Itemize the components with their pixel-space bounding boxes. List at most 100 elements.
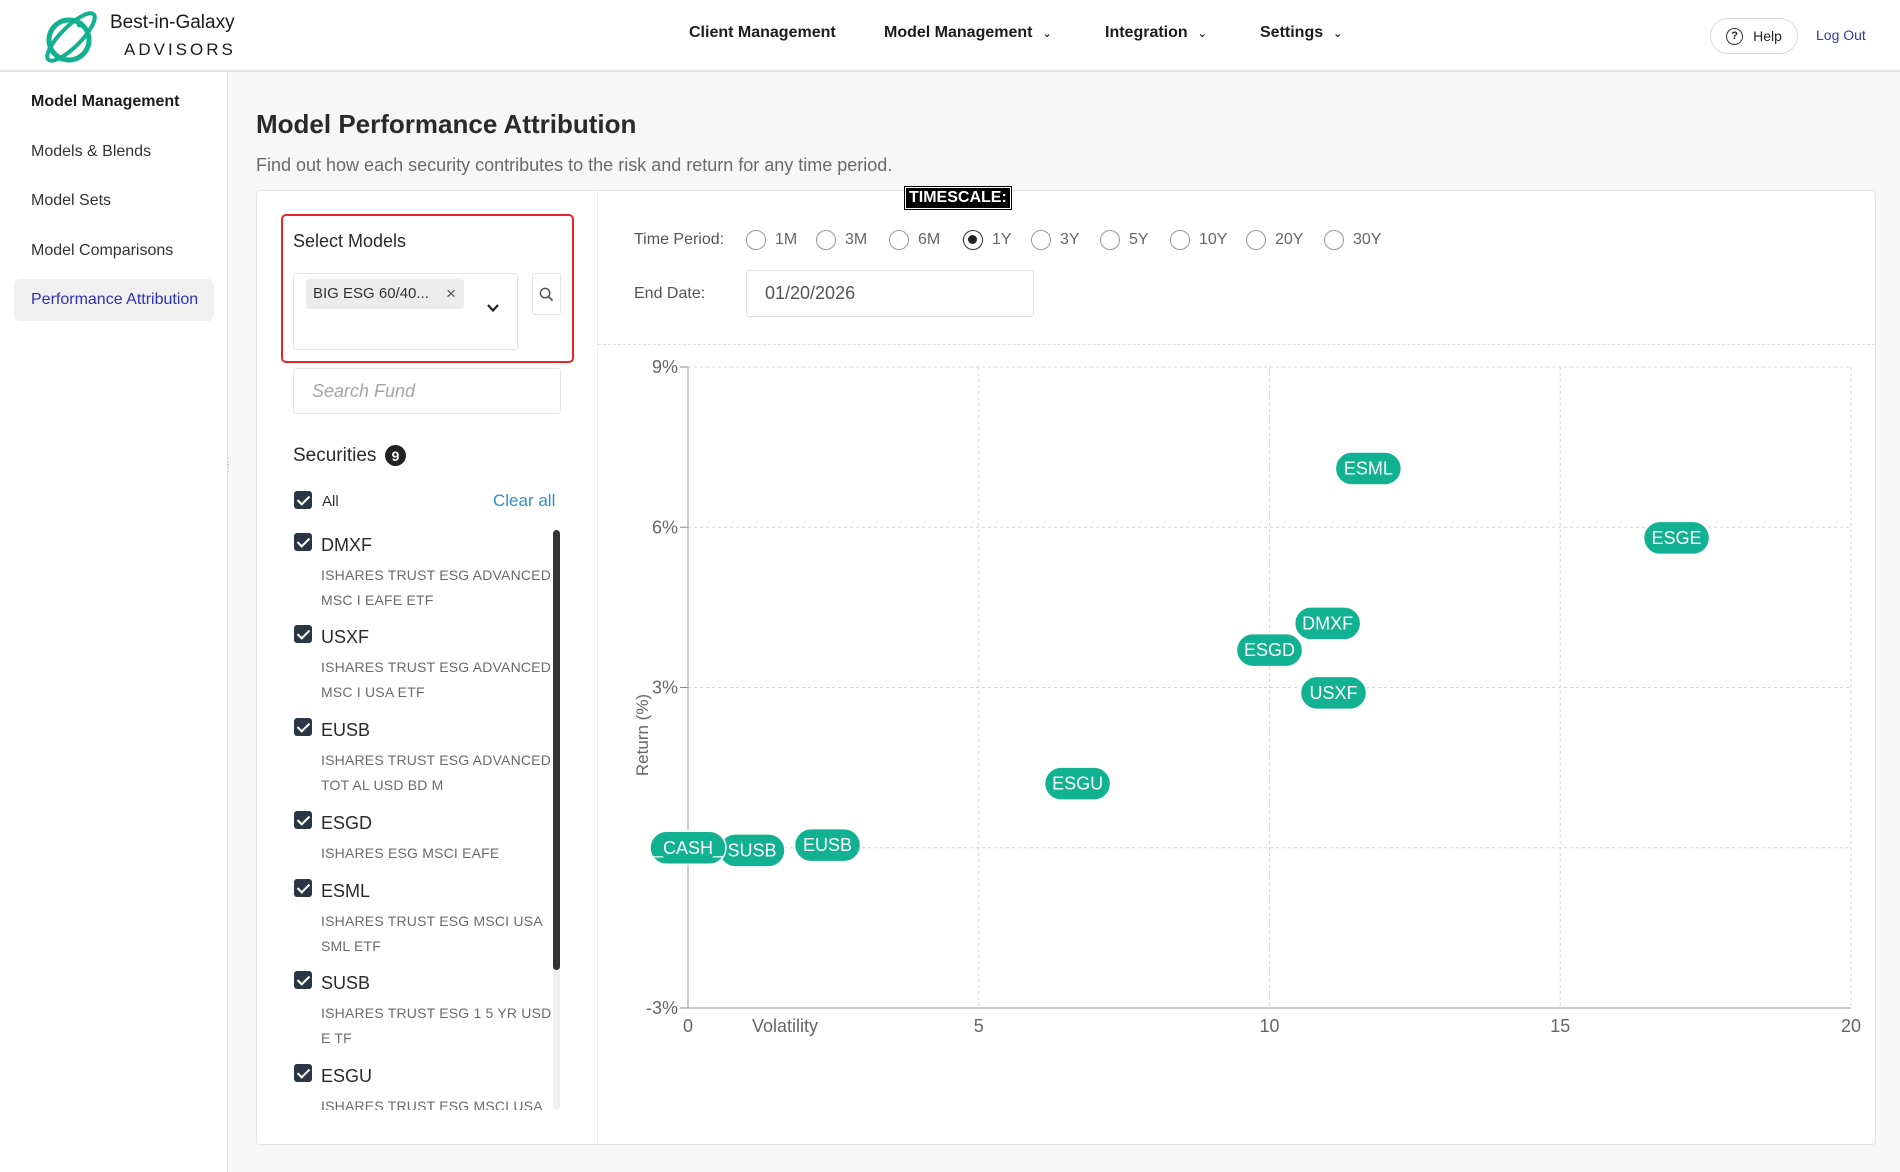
nav-model-management[interactable]: Model Management ⌄	[884, 24, 1052, 42]
nav-settings[interactable]: Settings ⌄	[1260, 24, 1342, 42]
security-symbol: EUSB	[321, 720, 371, 740]
security-symbol: ESGU	[321, 1066, 373, 1086]
x-tick-label: 20	[1841, 1016, 1861, 1036]
radio-circle-icon	[1246, 230, 1266, 250]
nav-integration[interactable]: Integration ⌄	[1105, 24, 1207, 42]
help-button[interactable]: ? Help	[1710, 18, 1798, 54]
period-label: 1M	[775, 231, 798, 248]
remove-chip-icon[interactable]: ×	[446, 284, 456, 304]
scatter-point-cash[interactable]: _CASH_	[649, 830, 727, 865]
radio-circle-icon	[746, 230, 766, 250]
scatter-point-esge[interactable]: ESGE	[1642, 520, 1711, 556]
logout-link[interactable]: Log Out	[1816, 27, 1866, 43]
security-symbol: ESML	[321, 881, 371, 901]
sidebar-heading: Model Management	[31, 93, 180, 110]
time-period-label: Time Period:	[634, 231, 725, 248]
search-icon	[539, 287, 554, 301]
search-fund-input[interactable]	[293, 368, 561, 414]
period-label: 10Y	[1199, 231, 1228, 248]
x-tick-label: 0	[683, 1016, 693, 1036]
period-label: 1Y	[992, 231, 1012, 248]
timescale-tag: TIMESCALE:	[904, 186, 1012, 210]
point-label: DMXF	[1302, 613, 1353, 633]
radio-circle-icon	[1170, 230, 1190, 250]
scatter-point-dmxf[interactable]: DMXF	[1293, 606, 1362, 641]
securities-list: DMXF ISHARES TRUST ESG ADVANCED MSC I EA…	[280, 528, 565, 1110]
sidebar: Model Management Models & Blends Model S…	[0, 72, 228, 1172]
page-subtitle: Find out how each security contributes t…	[256, 155, 893, 175]
y-axis-label: Return (%)	[633, 694, 652, 776]
select-models-label: Select Models	[293, 231, 407, 251]
security-checkbox[interactable]	[294, 971, 312, 989]
chevron-down-icon: ⌄	[1042, 28, 1052, 40]
y-tick-label: -3%	[646, 998, 678, 1018]
planet-logo-icon[interactable]	[38, 4, 104, 70]
chevron-down-icon[interactable]	[486, 301, 500, 315]
security-symbol: USXF	[321, 627, 370, 647]
period-label: 6M	[918, 231, 941, 248]
scatter-point-eusb[interactable]: EUSB	[793, 827, 862, 863]
scatter-point-esgu[interactable]: ESGU	[1043, 766, 1112, 801]
help-label: Help	[1753, 28, 1782, 44]
period-label: 20Y	[1275, 231, 1304, 248]
radio-circle-icon	[1100, 230, 1120, 250]
securities-title: Securities	[293, 445, 377, 466]
security-checkbox[interactable]	[294, 625, 312, 643]
x-axis-label: Volatility	[752, 1016, 818, 1036]
x-tick-label: 15	[1550, 1016, 1570, 1036]
radio-circle-icon	[889, 230, 909, 250]
x-tick-label: 10	[1259, 1016, 1279, 1036]
point-label: USXF	[1309, 683, 1357, 703]
x-tick-label: 5	[974, 1016, 984, 1036]
end-date-field[interactable]: 01/20/2026	[746, 270, 1034, 317]
page-title: Model Performance Attribution	[256, 109, 637, 139]
question-circle-icon: ?	[1726, 27, 1744, 45]
clear-all-link[interactable]: Clear all	[493, 491, 555, 511]
security-symbol: DMXF	[321, 535, 372, 555]
model-search-button[interactable]	[532, 273, 561, 315]
y-tick-label: 3%	[652, 678, 678, 698]
scatter-point-esgd[interactable]: ESGD	[1235, 632, 1304, 668]
sidebar-item-model-sets[interactable]: Model Sets	[31, 192, 111, 210]
brand-name: Best-in-Galaxy	[110, 12, 235, 33]
point-label: _CASH_	[652, 838, 724, 859]
security-name: ISHARES TRUST ESG ADVANCED MSC I EAFE ET…	[321, 567, 552, 608]
all-checkbox[interactable]	[294, 491, 312, 509]
security-checkbox[interactable]	[294, 879, 312, 897]
point-label: ESML	[1344, 458, 1393, 478]
chevron-down-icon: ⌄	[1197, 28, 1207, 40]
list-scrollbar-thumb[interactable]	[553, 530, 560, 970]
period-label: 3M	[845, 231, 868, 248]
radio-circle-icon	[1324, 230, 1344, 250]
sidebar-item-performance-attribution[interactable]: Performance Attribution	[31, 291, 198, 309]
security-name: ISHARES TRUST ESG ADVANCED MSC I USA ETF	[321, 659, 552, 700]
point-label: ESGU	[1052, 774, 1103, 794]
scatter-point-esml[interactable]: ESML	[1334, 451, 1403, 486]
scatter-point-usxf[interactable]: USXF	[1299, 675, 1368, 711]
chevron-down-icon: ⌄	[1333, 28, 1343, 40]
security-checkbox[interactable]	[294, 1064, 312, 1082]
security-checkbox[interactable]	[294, 718, 312, 736]
nav-client-management[interactable]: Client Management	[689, 24, 836, 42]
security-name: ISHARES TRUST ESG MSCI USA SML ETF	[321, 913, 542, 954]
sidebar-item-models-blends[interactable]: Models & Blends	[31, 143, 151, 161]
scatter-point-susb[interactable]: SUSB	[718, 833, 786, 868]
end-date-label: End Date:	[634, 285, 706, 302]
radio-circle-icon	[1031, 230, 1051, 250]
security-checkbox[interactable]	[294, 811, 312, 829]
security-symbol: ESGD	[321, 813, 373, 833]
resize-grip-icon[interactable]: ⋮ ⋮	[223, 458, 233, 478]
brand-subtitle: ADVISORS	[124, 40, 236, 59]
sidebar-item-model-comparisons[interactable]: Model Comparisons	[31, 242, 173, 260]
security-checkbox[interactable]	[294, 533, 312, 551]
point-label: ESGE	[1652, 528, 1702, 548]
security-name: ISHARES TRUST ESG MSCI USA	[321, 1098, 543, 1110]
securities-count-badge: 9	[385, 445, 406, 466]
point-label: EUSB	[803, 835, 852, 855]
point-label: SUSB	[727, 840, 776, 860]
security-name: ISHARES TRUST ESG ADVANCED TOT AL USD BD…	[321, 752, 552, 793]
risk-return-scatter-chart: 0 5 10 15 20 -3% 3% 6% 9% Volatility Return (%) ESM…	[633, 357, 1861, 1036]
all-label: All	[322, 493, 339, 510]
top-bar: Best-in-Galaxy ADVISORS Client Managemen…	[0, 0, 1900, 72]
radio-circle-icon	[963, 230, 983, 250]
